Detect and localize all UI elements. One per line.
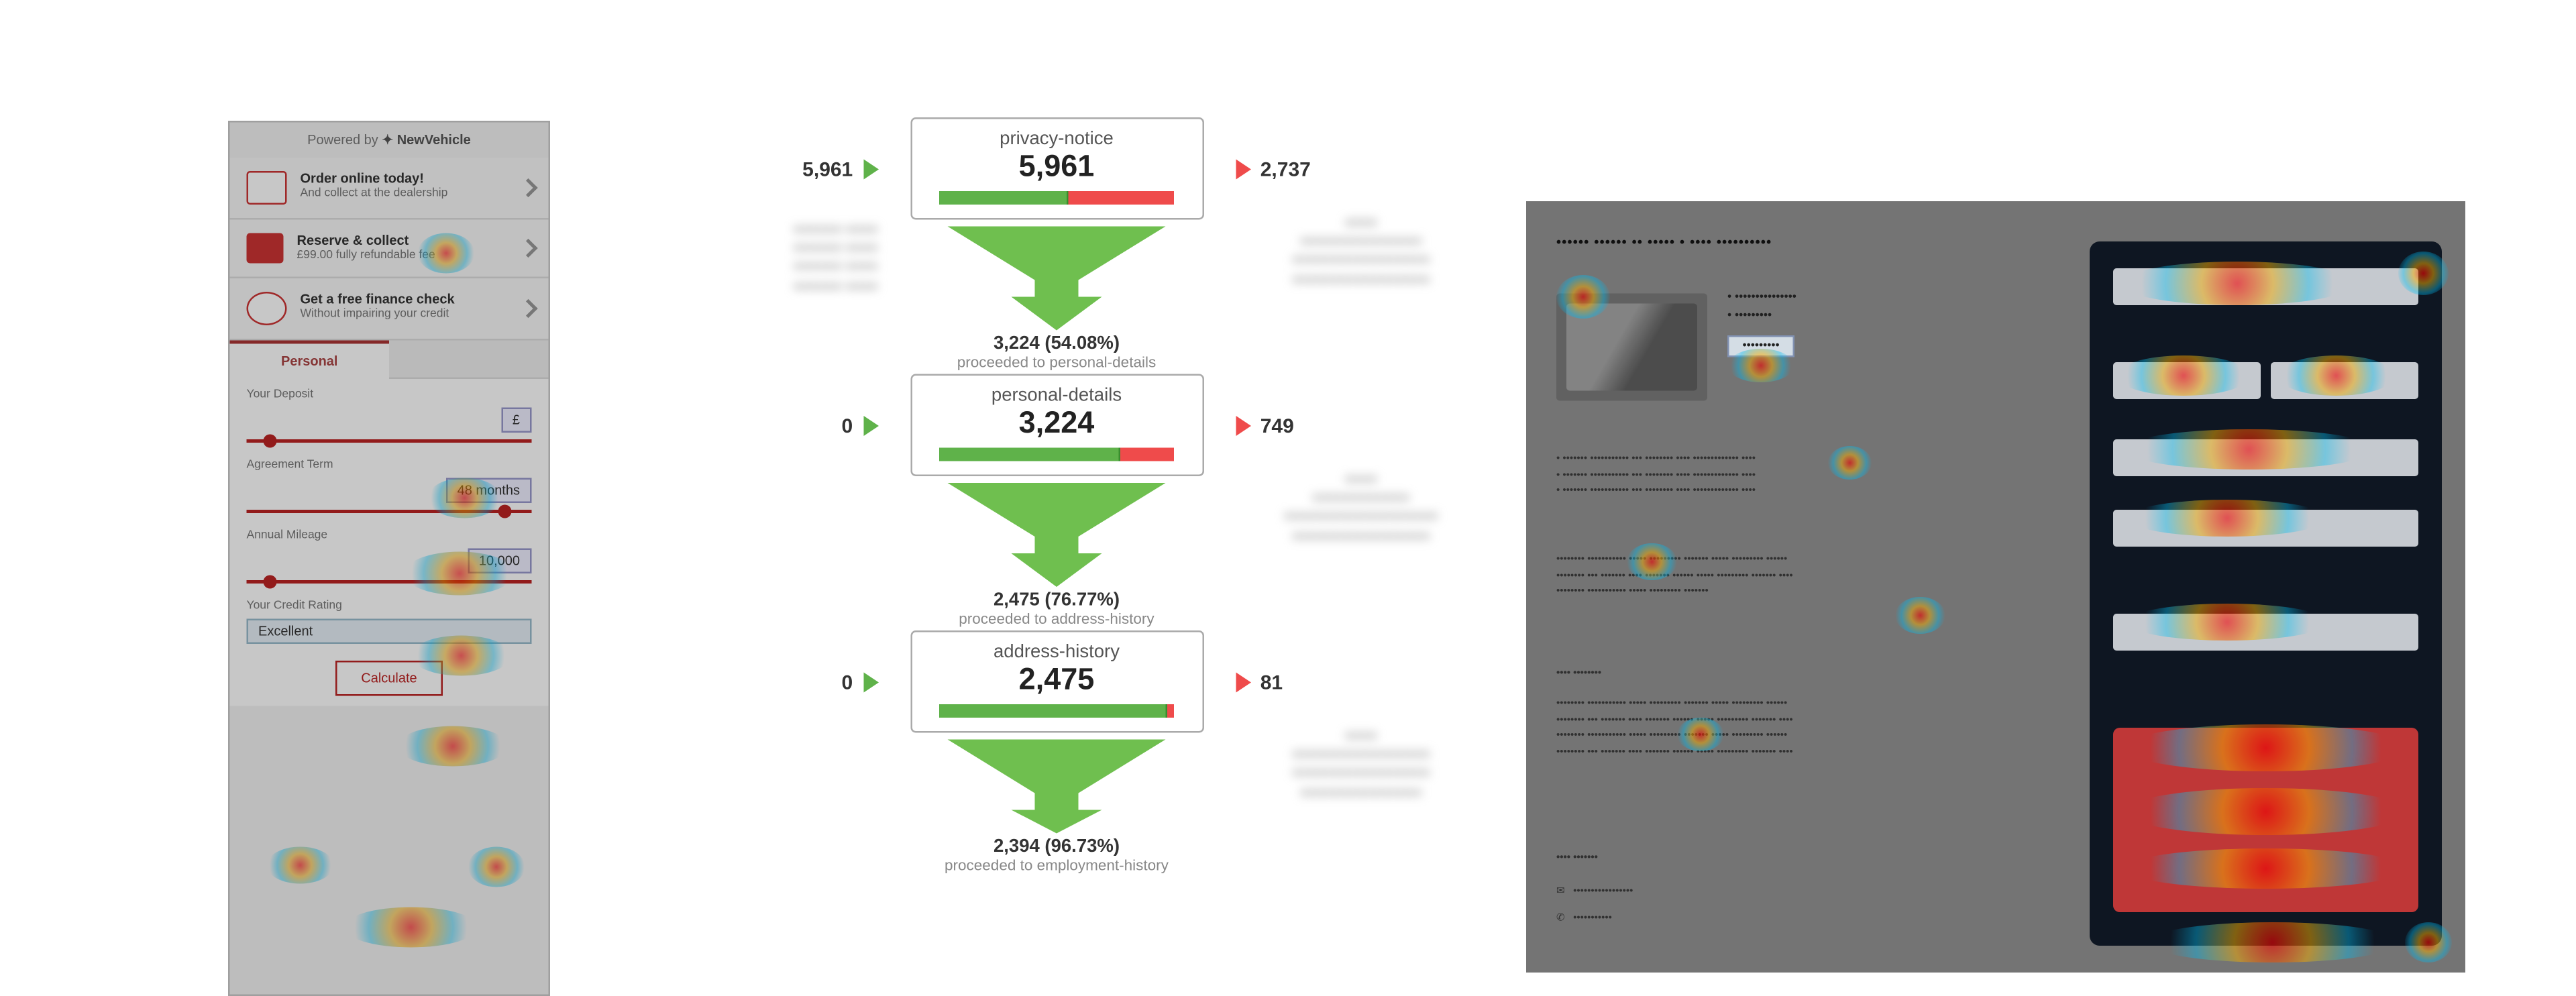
card-title: Get a free finance check bbox=[301, 292, 532, 308]
arrow-out-icon bbox=[1235, 673, 1250, 693]
proceed-count: 3,224 (54.08%) bbox=[939, 334, 1174, 354]
section-heading: •••• ••••••• bbox=[1556, 852, 1724, 868]
card-order-online[interactable]: Order online today! And collect at the d… bbox=[230, 158, 549, 220]
step-name: address-history bbox=[918, 643, 1195, 663]
contact-line: ✉ ••••••••••••••••• bbox=[1556, 885, 1892, 901]
step-count: 5,961 bbox=[918, 150, 1195, 185]
card-finance-check[interactable]: Get a free finance check Without impairi… bbox=[230, 278, 549, 341]
finance-widget-heatmap: Powered by ✦ NewVehicle Order online tod… bbox=[228, 121, 550, 996]
step-exits: 749 bbox=[1235, 413, 1294, 437]
deposit-label: Your Deposit bbox=[247, 389, 532, 401]
finance-form: Your Deposit £ Agreement Term 48 months … bbox=[230, 379, 549, 706]
step-bar bbox=[939, 191, 1174, 205]
payment-form bbox=[2090, 241, 2442, 946]
tab-other[interactable] bbox=[389, 341, 549, 380]
step-exits: 2,737 bbox=[1235, 157, 1311, 180]
form-input[interactable] bbox=[2113, 439, 2418, 476]
arrow-in-icon bbox=[863, 417, 878, 437]
text-block: •••••••• ••••••••••• ••••• ••••••••• •••… bbox=[1556, 698, 2043, 762]
proceed-sub: proceeded to personal-details bbox=[939, 354, 1174, 371]
summary-button[interactable]: ••••••••• bbox=[1727, 335, 1794, 357]
funnel-step-personal-details[interactable]: 0 749 personal-details 3,224 ●●●●●●●●●●●… bbox=[910, 374, 1203, 477]
funnel-connector: 2,475 (76.77%) proceeded to address-hist… bbox=[939, 476, 1174, 630]
cart-icon bbox=[247, 171, 287, 205]
checkout-heading: •••••• •••••• •• ••••• • •••• •••••••••• bbox=[1556, 235, 2043, 250]
step-entries: 0 bbox=[842, 413, 878, 437]
calculate-button[interactable]: Calculate bbox=[336, 661, 442, 696]
funnel-connector: 3,224 (54.08%) proceeded to personal-det… bbox=[939, 220, 1174, 374]
form-input[interactable] bbox=[2113, 268, 2418, 305]
card-title: Reserve & collect bbox=[297, 233, 532, 250]
checkout-heatmap: •••••• •••••• •• ••••• • •••• ••••••••••… bbox=[1526, 201, 2465, 973]
term-slider[interactable] bbox=[247, 510, 532, 513]
credit-label: Your Credit Rating bbox=[247, 600, 532, 612]
step-entries: 5,961 bbox=[802, 157, 878, 180]
credit-select[interactable]: Excellent bbox=[247, 619, 532, 645]
card-subtitle: £99.00 fully refundable fee bbox=[297, 249, 532, 263]
proceed-count: 2,475 (76.77%) bbox=[939, 590, 1174, 610]
proceed-sub: proceeded to address-history bbox=[939, 610, 1174, 627]
contact-line: ✆ ••••••••••• bbox=[1556, 912, 1892, 928]
card-reserve-collect[interactable]: Reserve & collect £99.00 fully refundabl… bbox=[230, 220, 549, 279]
deposit-slider[interactable] bbox=[247, 439, 532, 443]
funnel-step-privacy-notice[interactable]: 5,961 2,737 privacy-notice 5,961 ●●●●●● … bbox=[910, 117, 1203, 220]
card-entry-panel[interactable] bbox=[2113, 728, 2418, 912]
step-name: privacy-notice bbox=[918, 129, 1195, 150]
step-bar bbox=[939, 448, 1174, 461]
step-bar bbox=[939, 704, 1174, 718]
form-input[interactable] bbox=[2113, 362, 2261, 399]
text-block: • ••••••• ••••••••••• ••• •••••••• •••• … bbox=[1556, 453, 2026, 501]
mileage-input[interactable]: 10,000 bbox=[467, 549, 531, 574]
mileage-slider[interactable] bbox=[247, 580, 532, 584]
step-count: 2,475 bbox=[918, 663, 1195, 698]
vehicle-summary: • ••••••••••••••• • ••••••••• ••••••••• bbox=[1727, 285, 1796, 357]
arrow-out-icon bbox=[1235, 160, 1250, 180]
gauge-icon bbox=[247, 292, 287, 325]
step-exits: 81 bbox=[1235, 670, 1283, 694]
form-input[interactable] bbox=[2113, 614, 2418, 651]
card-subtitle: Without impairing your credit bbox=[301, 308, 532, 322]
finance-tabs: Personal bbox=[230, 341, 549, 380]
step-name: personal-details bbox=[918, 386, 1195, 406]
funnel-connector: 2,394 (96.73%) proceeded to employment-h… bbox=[939, 733, 1174, 877]
card-subtitle: And collect at the dealership bbox=[301, 187, 532, 201]
funnel-chart: 5,961 2,737 privacy-notice 5,961 ●●●●●● … bbox=[654, 117, 1459, 877]
arrow-in-icon bbox=[863, 673, 878, 693]
proceed-count: 2,394 (96.73%) bbox=[939, 837, 1174, 857]
deposit-input[interactable]: £ bbox=[500, 408, 531, 433]
step-entries: 0 bbox=[842, 670, 878, 694]
arrow-in-icon bbox=[863, 160, 878, 180]
form-input[interactable] bbox=[2271, 362, 2418, 399]
funnel-step-address-history[interactable]: 0 81 address-history 2,475 ●●●●●●●●●●●●●… bbox=[910, 630, 1203, 733]
term-label: Agreement Term bbox=[247, 459, 532, 472]
vehicle-thumbnail bbox=[1556, 294, 1707, 401]
step-count: 3,224 bbox=[918, 406, 1195, 441]
term-input[interactable]: 48 months bbox=[445, 478, 531, 504]
card-title: Order online today! bbox=[301, 171, 532, 187]
arrow-out-icon bbox=[1235, 417, 1250, 437]
mileage-label: Annual Mileage bbox=[247, 530, 532, 542]
form-input[interactable] bbox=[2113, 510, 2418, 547]
checkout-left-col: •••••• •••••• •• ••••• • •••• •••••••••• bbox=[1556, 235, 2043, 260]
text-block: •••••••• ••••••••••• ••••• ••••••••• •••… bbox=[1556, 553, 2043, 602]
powered-by: Powered by ✦ NewVehicle bbox=[230, 123, 549, 158]
powered-by-brand: NewVehicle bbox=[397, 133, 471, 148]
section-heading: •••• •••••••• bbox=[1556, 667, 1724, 683]
tab-personal[interactable]: Personal bbox=[230, 341, 390, 380]
car-icon bbox=[247, 233, 284, 264]
proceed-sub: proceeded to employment-history bbox=[939, 857, 1174, 874]
powered-by-prefix: Powered by bbox=[307, 133, 378, 148]
